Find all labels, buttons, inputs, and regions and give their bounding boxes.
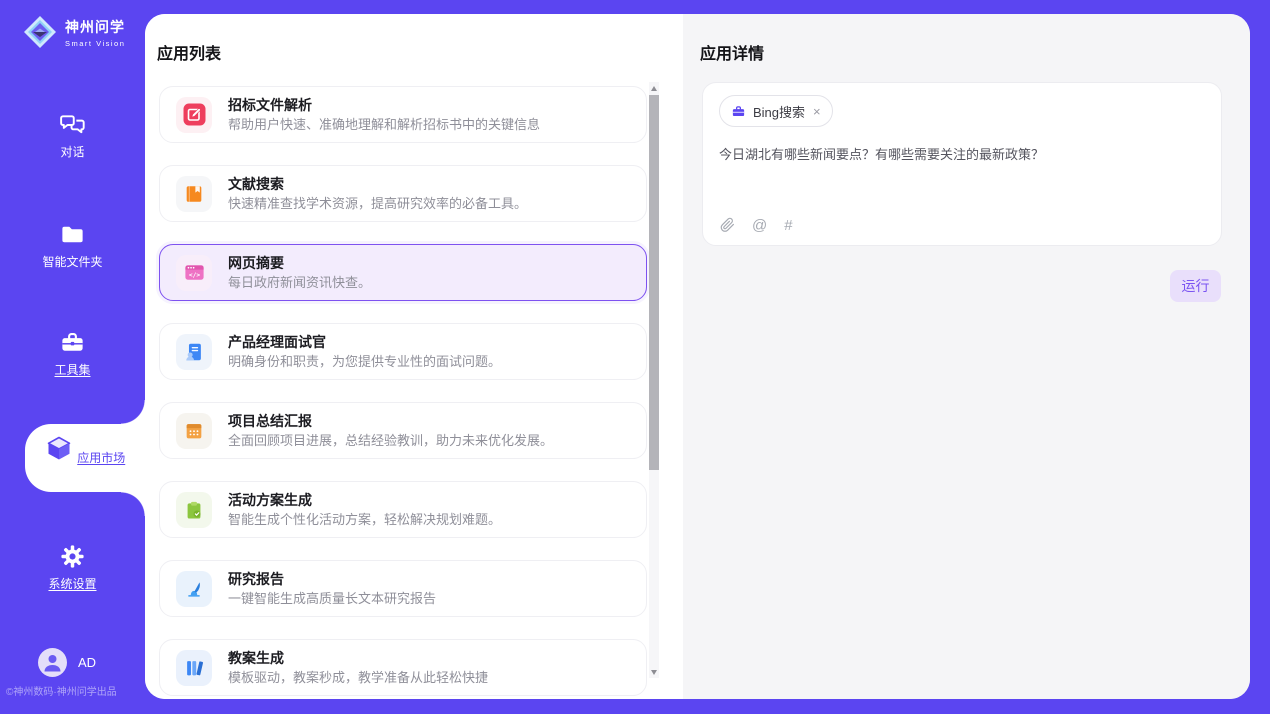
user-account[interactable]: AD <box>38 648 96 677</box>
gear-icon <box>59 543 86 570</box>
app-card-list: 招标文件解析 帮助用户快速、准确地理解和解析招标书中的关键信息 文献搜索 快速精… <box>159 86 647 699</box>
app-card-title: 招标文件解析 <box>228 96 540 114</box>
sidebar-item-app-market[interactable]: 应用市场 <box>25 424 145 492</box>
app-card-title: 项目总结汇报 <box>228 412 553 430</box>
app-detail-panel: 应用详情 Bing搜索 × 今日湖北有哪些新闻要点？有哪些需要关注的最新政策？ … <box>683 14 1250 699</box>
paperclip-icon[interactable] <box>720 217 735 233</box>
query-input[interactable]: 今日湖北有哪些新闻要点？有哪些需要关注的最新政策？ <box>719 145 1205 164</box>
web-code-icon: </> <box>176 255 212 291</box>
calendar-icon <box>176 413 212 449</box>
folder-icon <box>59 221 86 248</box>
app-card-description: 模板驱动，教案秒成，教学准备从此轻松快捷 <box>228 669 488 686</box>
app-card-title: 网页摘要 <box>228 254 371 272</box>
interview-doc-icon <box>176 334 212 370</box>
pen-edit-icon <box>176 97 212 133</box>
prompt-editor-card: Bing搜索 × 今日湖北有哪些新闻要点？有哪些需要关注的最新政策？ @ # <box>702 82 1222 246</box>
app-card-pm-interviewer[interactable]: 产品经理面试官 明确身份和职责，为您提供专业性的面试问题。 <box>159 323 647 380</box>
app-card-title: 产品经理面试官 <box>228 333 501 351</box>
svg-text:</>: </> <box>188 272 199 279</box>
app-card-literature-search[interactable]: 文献搜索 快速精准查找学术资源，提高研究效率的必备工具。 <box>159 165 647 222</box>
briefcase-icon <box>59 329 86 356</box>
app-card-description: 智能生成个性化活动方案，轻松解决规划难题。 <box>228 511 501 528</box>
app-card-web-summary[interactable]: </> 网页摘要 每日政府新闻资讯快查。 <box>159 244 647 301</box>
scrollbar-thumb[interactable] <box>649 95 659 470</box>
app-card-title: 研究报告 <box>228 570 436 588</box>
app-card-description: 一键智能生成高质量长文本研究报告 <box>228 590 436 607</box>
app-card-title: 文献搜索 <box>228 175 527 193</box>
sidebar-item-smart-folder[interactable]: 智能文件夹 <box>0 221 145 271</box>
chat-icon <box>59 111 86 138</box>
scroll-down-arrow[interactable] <box>649 666 659 678</box>
books-icon <box>176 650 212 686</box>
app-card-description: 明确身份和职责，为您提供专业性的面试问题。 <box>228 353 501 370</box>
copyright-text: ©神州数码·神州问学出品 <box>6 683 117 698</box>
hash-icon[interactable]: # <box>784 218 792 233</box>
app-card-activity-plan[interactable]: 活动方案生成 智能生成个性化活动方案，轻松解决规划难题。 <box>159 481 647 538</box>
sidebar-item-toolkit[interactable]: 工具集 <box>0 329 145 379</box>
tool-tag-bing-search[interactable]: Bing搜索 × <box>719 95 833 127</box>
briefcase-icon <box>731 104 746 119</box>
app-card-description: 快速精准查找学术资源，提高研究效率的必备工具。 <box>228 195 527 212</box>
ink-quill-icon <box>176 571 212 607</box>
app-detail-title: 应用详情 <box>700 40 764 64</box>
brand-name: 神州问学 <box>65 17 125 37</box>
tool-tag-label: Bing搜索 <box>753 102 805 121</box>
list-scrollbar[interactable] <box>649 82 659 678</box>
mention-icon[interactable]: @ <box>752 218 767 233</box>
app-list-panel: 应用列表 招标文件解析 帮助用户快速、准确地理解和解析招标书中的关键信息 <box>145 14 683 699</box>
main-content: 应用列表 招标文件解析 帮助用户快速、准确地理解和解析招标书中的关键信息 <box>145 14 1250 699</box>
input-toolbar: @ # <box>720 217 793 233</box>
close-icon[interactable]: × <box>813 105 821 118</box>
sidebar-item-label: 对话 <box>60 143 84 160</box>
user-name: AD <box>78 655 96 670</box>
app-card-research-report[interactable]: 研究报告 一键智能生成高质量长文本研究报告 <box>159 560 647 617</box>
scroll-up-arrow[interactable] <box>649 82 659 94</box>
sidebar-item-label: 智能文件夹 <box>42 253 102 270</box>
app-card-description: 每日政府新闻资讯快查。 <box>228 274 371 291</box>
sidebar-item-label: 工具集 <box>54 361 90 378</box>
app-card-title: 教案生成 <box>228 649 488 667</box>
app-list-title: 应用列表 <box>157 40 221 64</box>
app-card-description: 帮助用户快速、准确地理解和解析招标书中的关键信息 <box>228 116 540 133</box>
sidebar-item-label: 应用市场 <box>77 449 125 466</box>
person-avatar-icon <box>38 648 67 677</box>
cube-icon <box>45 434 73 462</box>
sidebar-item-settings[interactable]: 系统设置 <box>0 543 145 593</box>
brand-logo: 神州问学 Smart Vision <box>22 14 125 50</box>
sidebar-item-label: 系统设置 <box>48 575 96 592</box>
app-card-description: 全面回顾项目进展，总结经验教训，助力未来优化发展。 <box>228 432 553 449</box>
clipboard-check-icon <box>176 492 212 528</box>
run-button[interactable]: 运行 <box>1170 270 1221 302</box>
sidebar-item-chat[interactable]: 对话 <box>0 111 145 161</box>
app-card-title: 活动方案生成 <box>228 491 501 509</box>
app-card-bid-parsing[interactable]: 招标文件解析 帮助用户快速、准确地理解和解析招标书中的关键信息 <box>159 86 647 143</box>
sidebar: 神州问学 Smart Vision 对话 智能文件夹 工具集 <box>0 0 145 714</box>
app-card-project-summary[interactable]: 项目总结汇报 全面回顾项目进展，总结经验教训，助力未来优化发展。 <box>159 402 647 459</box>
app-card-lesson-plan[interactable]: 教案生成 模板驱动，教案秒成，教学准备从此轻松快捷 <box>159 639 647 696</box>
brand-subtitle: Smart Vision <box>65 39 125 48</box>
avatar <box>38 648 67 677</box>
book-icon <box>176 176 212 212</box>
diamond-logo-icon <box>22 14 58 50</box>
